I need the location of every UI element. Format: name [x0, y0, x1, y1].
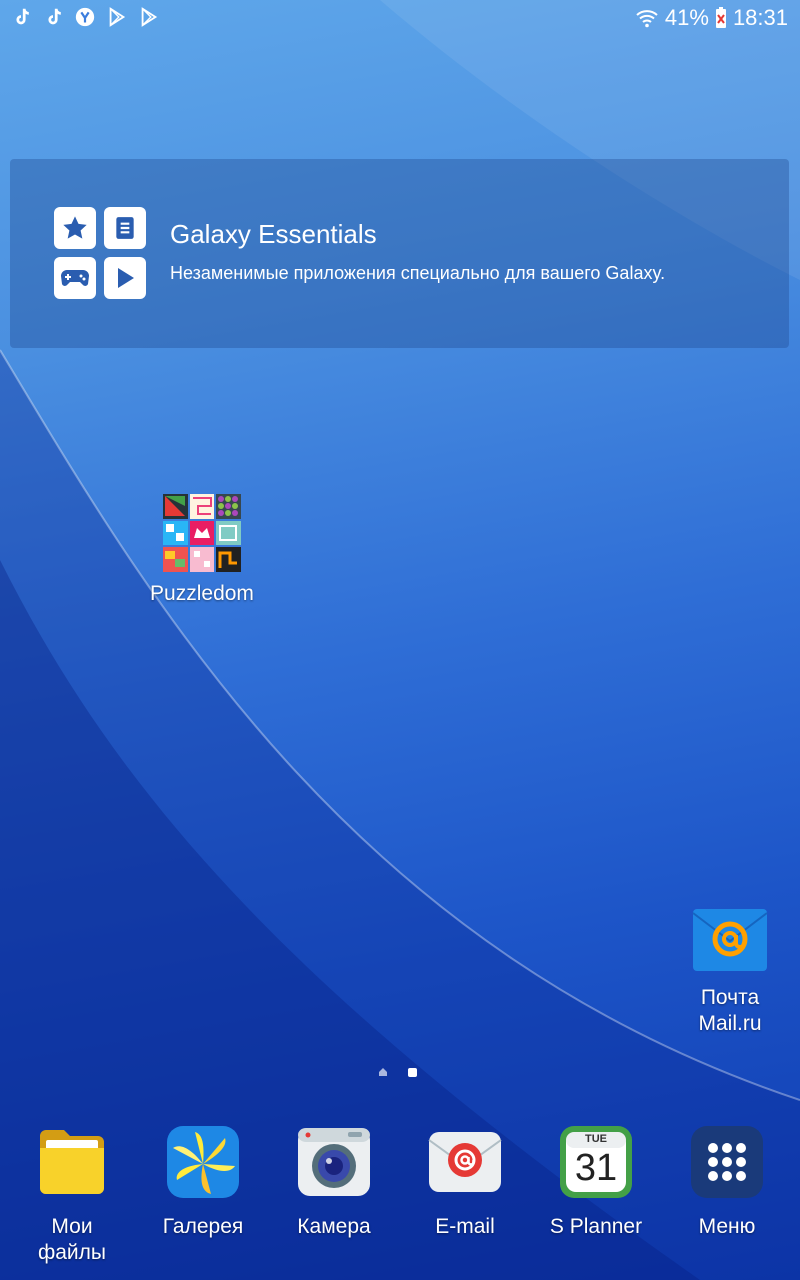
calendar-day: TUE: [585, 1133, 607, 1145]
tiktok-icon: [16, 8, 29, 25]
app-mail-ru[interactable]: Почта Mail.ru: [665, 907, 795, 1037]
mail-ru-icon: [692, 909, 768, 971]
dock-label-line1: Мои: [51, 1215, 93, 1238]
wifi-icon: [636, 10, 658, 28]
widget-description: Незаменимые приложения специально для ва…: [170, 263, 666, 283]
notification-icons: [10, 6, 160, 28]
page-indicator[interactable]: [378, 1067, 417, 1077]
play-store-icon: [109, 7, 126, 27]
app-s-planner[interactable]: TUE 31 S Planner: [531, 1120, 661, 1240]
camera-icon: [298, 1128, 370, 1196]
email-icon: [428, 1132, 502, 1192]
app-email[interactable]: E-mail: [400, 1120, 530, 1240]
battery-percent: 41%: [664, 5, 709, 30]
battery-icon: [715, 7, 726, 28]
dock-label: Камера: [297, 1215, 371, 1238]
star-icon: [54, 207, 96, 249]
app-camera[interactable]: Камера: [269, 1120, 399, 1240]
tiktok-icon: [48, 8, 61, 25]
yandex-icon: [75, 7, 95, 27]
page-dot-active: [408, 1067, 417, 1077]
app-my-files[interactable]: Мои файлы: [7, 1120, 137, 1266]
gamepad-icon: [54, 257, 96, 299]
folder-icon: [40, 1130, 104, 1194]
dock-label: E-mail: [435, 1215, 495, 1238]
galaxy-essentials-widget[interactable]: Galaxy Essentials Незаменимые приложения…: [10, 159, 789, 348]
widget-icon-grid: [54, 207, 146, 299]
dock-label: S Planner: [549, 1215, 643, 1238]
calendar-date: 31: [574, 1147, 618, 1189]
status-bar: 41% 18:31: [0, 0, 800, 36]
document-icon: [104, 207, 146, 249]
dock-label-line2: файлы: [37, 1241, 107, 1264]
dock-label: Галерея: [162, 1215, 244, 1238]
widget-title: Galaxy Essentials: [170, 219, 377, 249]
app-label: Puzzledom: [150, 582, 254, 605]
app-label-line1: Почта: [700, 986, 760, 1009]
app-label-line2: Mail.ru: [698, 1012, 762, 1035]
calendar-icon: TUE 31: [558, 1124, 634, 1200]
play-icon: [104, 257, 146, 299]
gallery-icon: [167, 1126, 239, 1198]
apps-grid-icon: [691, 1126, 763, 1198]
home-screen: 41% 18:31 Galaxy Essentials Незаменимые …: [0, 0, 800, 1280]
app-puzzledom[interactable]: Puzzledom: [137, 493, 267, 607]
app-gallery[interactable]: Галерея: [138, 1120, 268, 1240]
home-page-indicator-icon: [379, 1068, 387, 1076]
dock-label: Меню: [698, 1215, 756, 1238]
app-menu[interactable]: Меню: [662, 1120, 792, 1240]
dock: Мои файлы Галерея Камера E-mail TUE 31 S…: [0, 1120, 800, 1280]
play-store-icon: [141, 7, 158, 27]
puzzledom-icon: [163, 494, 241, 572]
clock: 18:31: [732, 5, 788, 30]
